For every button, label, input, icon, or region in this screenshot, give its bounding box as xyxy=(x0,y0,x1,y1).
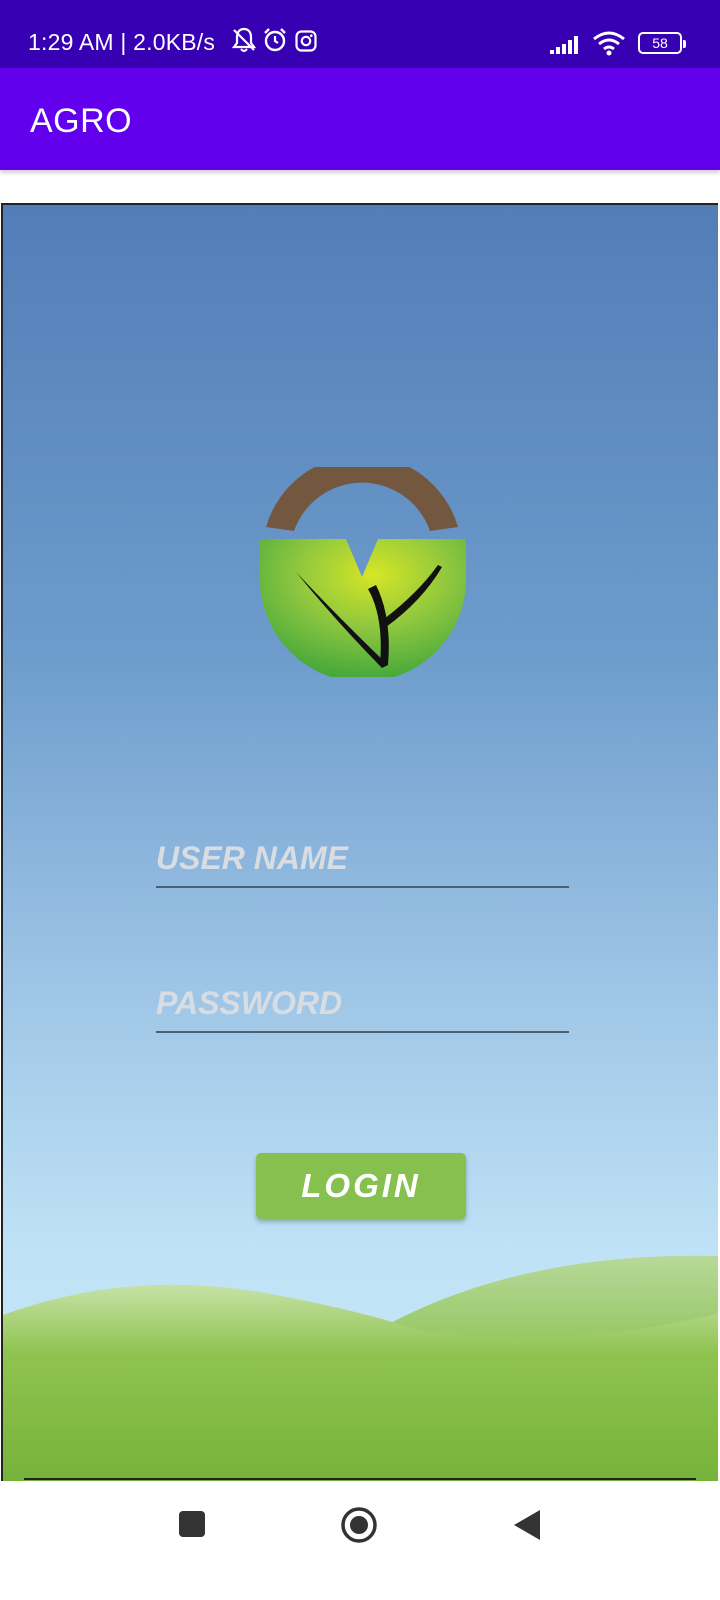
status-time: 1:29 AM | 2.0KB/s xyxy=(28,29,216,55)
back-button[interactable] xyxy=(512,1508,542,1542)
battery-level: 58 xyxy=(652,35,668,51)
divider xyxy=(24,1478,696,1480)
mute-icon xyxy=(232,27,256,52)
password-field[interactable] xyxy=(156,973,569,1033)
login-button[interactable]: LOGIN xyxy=(256,1153,466,1219)
status-bar: 1:29 AM | 2.0KB/s 58 xyxy=(0,0,720,68)
recents-button[interactable] xyxy=(178,1510,206,1538)
signal-icon xyxy=(550,36,578,54)
wifi-icon xyxy=(593,31,625,56)
agro-logo-icon xyxy=(260,467,466,677)
alarm-icon xyxy=(264,28,286,52)
home-button[interactable] xyxy=(340,1506,378,1544)
username-field[interactable] xyxy=(156,828,569,888)
username-input[interactable] xyxy=(156,836,569,880)
password-input[interactable] xyxy=(156,981,569,1025)
instagram-icon xyxy=(295,30,317,52)
app-title: AGRO xyxy=(30,102,133,140)
login-panel: LOGIN xyxy=(1,203,718,1481)
battery-icon: 58 xyxy=(638,32,686,54)
status-icons-right: 58 xyxy=(550,30,690,56)
hills-background xyxy=(3,1255,718,1481)
navigation-bar xyxy=(0,1500,720,1600)
app-bar: AGRO xyxy=(0,68,720,170)
